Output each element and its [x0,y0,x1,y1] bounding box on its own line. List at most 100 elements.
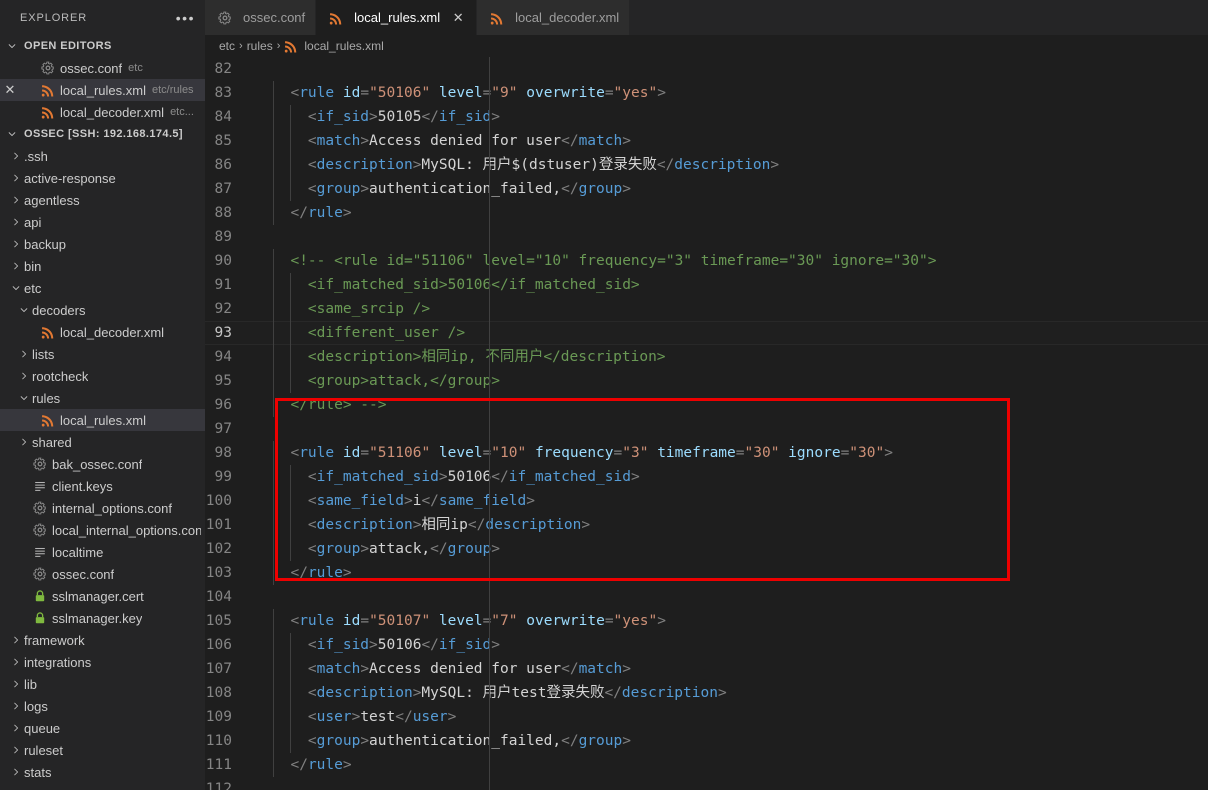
chevron-down-icon[interactable] [8,280,24,296]
breadcrumb-segment[interactable]: local_rules.xml [284,38,384,54]
chevron-right-icon[interactable] [8,632,24,648]
tree-item-localtime[interactable]: localtime [0,541,205,563]
tree-item-tmp[interactable]: tmp [0,783,205,790]
code-line[interactable]: 108 <description>MySQL: 用户test登录失败</desc… [205,681,1208,705]
code-line[interactable]: 84 <if_sid>50105</if_sid> [205,105,1208,129]
tree-item--ssh[interactable]: .ssh [0,145,205,167]
tree-item-etc[interactable]: etc [0,277,205,299]
twisty-placeholder [16,588,32,604]
tab-ossec-conf[interactable]: ossec.conf [205,0,317,35]
tree-item-rootcheck[interactable]: rootcheck [0,365,205,387]
code-line[interactable]: 106 <if_sid>50106</if_sid> [205,633,1208,657]
chevron-right-icon[interactable] [8,720,24,736]
tree-item-lib[interactable]: lib [0,673,205,695]
chevron-right-icon[interactable] [8,236,24,252]
tree-item-stats[interactable]: stats [0,761,205,783]
tree-item-queue[interactable]: queue [0,717,205,739]
code-line[interactable]: 96 </rule> --> [205,393,1208,417]
tree-item-bin[interactable]: bin [0,255,205,277]
code-line[interactable]: 107 <match>Access denied for user</match… [205,657,1208,681]
tree-item-local-internal-options-conf[interactable]: local_internal_options.conf [0,519,205,541]
tree-item-shared[interactable]: shared [0,431,205,453]
code-line[interactable]: 112 [205,777,1208,790]
code-line[interactable]: 110 <group>authentication_failed,</group… [205,729,1208,753]
code-line[interactable]: 89 [205,225,1208,249]
code-line[interactable]: 98 <rule id="51106" level="10" frequency… [205,441,1208,465]
tree-item-agentless[interactable]: agentless [0,189,205,211]
chevron-down-icon[interactable] [16,390,32,406]
code-line[interactable]: 100 <same_field>i</same_field> [205,489,1208,513]
tree-item-bak-ossec-conf[interactable]: bak_ossec.conf [0,453,205,475]
explorer-more-actions-icon[interactable]: ••• [176,11,195,25]
tab-local-rules-xml[interactable]: local_rules.xml ✕ [316,0,478,35]
tree-item-client-keys[interactable]: client.keys [0,475,205,497]
tree-item-backup[interactable]: backup [0,233,205,255]
chevron-right-icon[interactable] [16,434,32,450]
code-line[interactable]: 95 <group>attack,</group> [205,369,1208,393]
code-line[interactable]: 111 </rule> [205,753,1208,777]
tree-item-integrations[interactable]: integrations [0,651,205,673]
tree-item-decoders[interactable]: decoders [0,299,205,321]
chevron-right-icon[interactable] [8,786,24,790]
code-line[interactable]: 92 <same_srcip /> [205,297,1208,321]
chevron-right-icon[interactable] [8,676,24,692]
chevron-right-icon[interactable] [16,346,32,362]
tree-item-sslmanager-key[interactable]: sslmanager.key [0,607,205,629]
tab-close-icon[interactable]: ✕ [450,10,466,26]
code-line[interactable]: 94 <description>相同ip, 不同用户</description> [205,345,1208,369]
open-editor-item[interactable]: ossec.conf etc [0,57,205,79]
chevron-right-icon[interactable] [8,148,24,164]
code-line[interactable]: 105 <rule id="50107" level="7" overwrite… [205,609,1208,633]
tree-item-logs[interactable]: logs [0,695,205,717]
chevron-right-icon[interactable] [8,192,24,208]
code-line[interactable]: 82 [205,57,1208,81]
section-open-editors[interactable]: OPEN EDITORS [0,35,205,57]
tree-item-framework[interactable]: framework [0,629,205,651]
tree-item-active-response[interactable]: active-response [0,167,205,189]
indent-guide [273,393,274,417]
tree-item-ruleset[interactable]: ruleset [0,739,205,761]
chevron-right-icon[interactable] [8,170,24,186]
code-line[interactable]: 102 <group>attack,</group> [205,537,1208,561]
code-editor[interactable]: 82 83 <rule id="50106" level="9" overwrit… [205,57,1208,790]
tree-item-ossec-conf[interactable]: ossec.conf [0,563,205,585]
chevron-right-icon[interactable] [8,742,24,758]
code-line[interactable]: 90 <!-- <rule id="51106" level="10" freq… [205,249,1208,273]
chevron-right-icon[interactable] [8,654,24,670]
close-icon[interactable]: ✕ [0,82,20,98]
chevron-right-icon[interactable] [8,764,24,780]
code-line[interactable]: 87 <group>authentication_failed,</group> [205,177,1208,201]
chevron-right-icon[interactable] [8,258,24,274]
breadcrumb-segment[interactable]: etc [219,39,235,53]
tree-item-sslmanager-cert[interactable]: sslmanager.cert [0,585,205,607]
breadcrumb-segment[interactable]: rules [247,39,273,53]
code-line[interactable]: 83 <rule id="50106" level="9" overwrite=… [205,81,1208,105]
tree-item-lists[interactable]: lists [0,343,205,365]
code-line[interactable]: 109 <user>test</user> [205,705,1208,729]
code-line[interactable]: 103 </rule> [205,561,1208,585]
code-line[interactable]: 101 <description>相同ip</description> [205,513,1208,537]
code-line[interactable]: 88 </rule> [205,201,1208,225]
tree-item-local-rules-xml[interactable]: local_rules.xml [0,409,205,431]
chevron-right-icon[interactable] [8,214,24,230]
tab-local-decoder-xml[interactable]: local_decoder.xml [477,0,631,35]
chevron-down-icon[interactable] [16,302,32,318]
tree-item-api[interactable]: api [0,211,205,233]
editor-tab-bar: ossec.conf local_rules.xml ✕ local_decoder.… [205,0,1208,35]
tree-item-local-decoder-xml[interactable]: local_decoder.xml [0,321,205,343]
code-content[interactable]: 82 83 <rule id="50106" level="9" overwrit… [205,57,1208,790]
code-line[interactable]: 93 <different_user /> [205,321,1208,345]
code-line[interactable]: 97 [205,417,1208,441]
code-line[interactable]: 91 <if_matched_sid>50106</if_matched_sid… [205,273,1208,297]
code-line[interactable]: 85 <match>Access denied for user</match> [205,129,1208,153]
code-line[interactable]: 86 <description>MySQL: 用户$(dstuser)登录失败<… [205,153,1208,177]
tree-item-internal-options-conf[interactable]: internal_options.conf [0,497,205,519]
code-line[interactable]: 104 [205,585,1208,609]
code-line[interactable]: 99 <if_matched_sid>50106</if_matched_sid… [205,465,1208,489]
chevron-right-icon[interactable] [16,368,32,384]
tree-item-rules[interactable]: rules [0,387,205,409]
section-workspace[interactable]: OSSEC [SSH: 192.168.174.5] [0,123,205,145]
open-editor-item[interactable]: ✕ local_rules.xml etc/rules [0,79,205,101]
open-editor-item[interactable]: local_decoder.xml etc... [0,101,205,123]
chevron-right-icon[interactable] [8,698,24,714]
